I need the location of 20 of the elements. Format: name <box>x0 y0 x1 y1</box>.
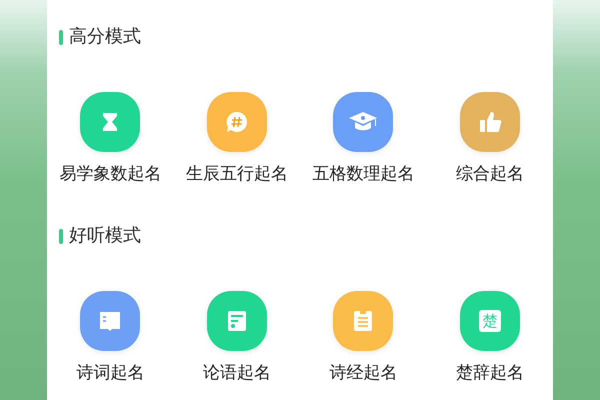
accent-bar <box>59 30 63 44</box>
item-label[interactable]: 易学象数起名 <box>59 164 162 184</box>
app-icon-tile[interactable] <box>333 291 394 351</box>
app-icon-tile[interactable] <box>206 92 267 152</box>
section-title: 高分模式 <box>69 26 141 48</box>
app-icon-tile[interactable] <box>80 291 140 351</box>
item-label[interactable]: 诗词起名 <box>76 363 144 383</box>
section-title: 好听模式 <box>69 225 141 247</box>
item-label[interactable]: 综合起名 <box>456 164 524 184</box>
app-icon-tile[interactable] <box>206 291 267 351</box>
item-label[interactable]: 楚辞起名 <box>456 363 524 383</box>
app-icon-tile[interactable] <box>333 92 394 152</box>
app-icon-tile[interactable] <box>460 92 520 152</box>
item-label[interactable]: 论语起名 <box>202 363 271 383</box>
app-icon-tile[interactable] <box>80 92 140 152</box>
accent-bar <box>59 228 63 244</box>
item-label[interactable]: 生辰五行起名 <box>186 164 288 184</box>
character-icon: 楚 <box>478 310 501 332</box>
item-label[interactable]: 五格数理起名 <box>312 164 414 184</box>
item-label[interactable]: 诗经起名 <box>329 363 398 383</box>
